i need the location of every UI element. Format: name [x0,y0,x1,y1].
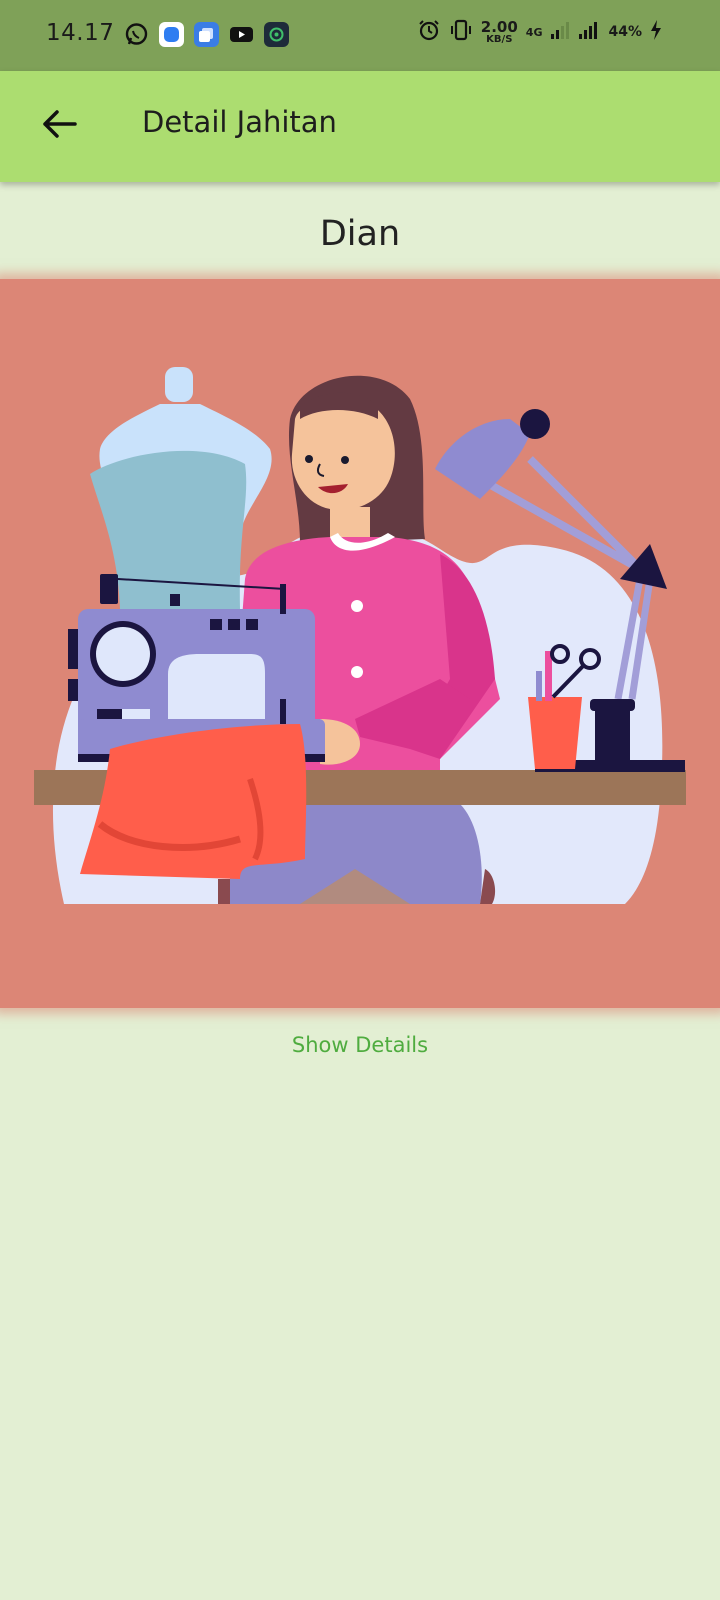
status-time: 14.17 [46,20,115,46]
whatsapp-icon [124,22,149,47]
status-indicators: 2.00 KB/S 4G 44% [417,18,662,46]
back-button[interactable] [34,101,84,151]
charging-icon [650,19,662,45]
status-app-icons [124,22,289,47]
network-speed-value: 2.00 [480,17,518,36]
network-speed: 2.00 KB/S [480,17,518,45]
vibrate-icon [449,18,473,46]
app-green-icon [264,22,289,47]
app-bar: Detail Jahitan [0,71,720,182]
signal-icon-2 [578,20,600,44]
network-type: 4G [525,25,543,39]
tailor-image [0,279,720,1008]
battery-percent: 44% [608,24,642,40]
show-details-link[interactable]: Show Details [0,1033,720,1057]
status-bar: 14.17 2.00 KB/S 4G 44% [0,0,720,71]
signal-icon [550,20,570,44]
app-blue-icon [159,22,184,47]
network-speed-unit: KB/S [486,33,513,45]
page-title: Detail Jahitan [142,105,337,139]
arrow-left-icon [41,109,77,143]
youtube-icon [229,22,254,47]
alarm-icon [417,18,441,46]
tailor-name: Dian [319,214,401,254]
app-stack-icon [194,22,219,47]
woman-sewing-illustration [34,367,686,904]
